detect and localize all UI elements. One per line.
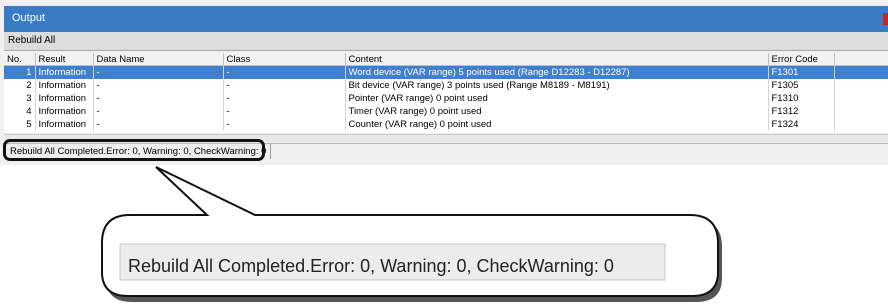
callout-zoom-text: Rebuild All Completed.Error: 0, Warning:… xyxy=(128,256,614,276)
